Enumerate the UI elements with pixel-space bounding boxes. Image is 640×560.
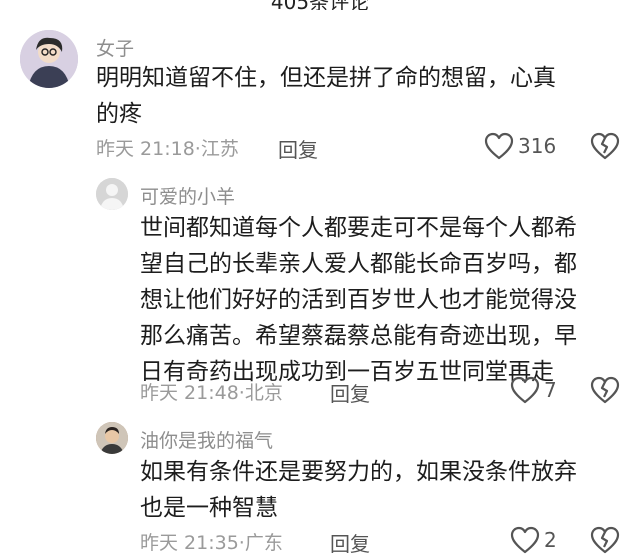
like-button[interactable]: 316	[484, 132, 556, 160]
comment-time: 昨天 21:18	[96, 138, 195, 160]
comment-time: 昨天 21:35	[140, 532, 239, 554]
avatar[interactable]	[96, 178, 128, 210]
comment-line: 明明知道留不住，但还是拼了命的想留，心真	[96, 65, 556, 91]
dislike-button[interactable]	[590, 132, 620, 160]
comment-username[interactable]: 女子	[96, 34, 134, 61]
broken-heart-icon	[590, 526, 620, 554]
comment-line: 的疼	[96, 101, 142, 127]
comment-text: 如果有条件还是要努力的，如果没条件放弃 也是一种智慧	[140, 454, 620, 526]
comment-text: 明明知道留不住，但还是拼了命的想留，心真 的疼	[96, 60, 616, 132]
dislike-button[interactable]	[590, 526, 620, 554]
like-button[interactable]: 2	[510, 526, 557, 554]
heart-outline-icon	[484, 132, 514, 160]
reply-button[interactable]: 回复	[330, 378, 370, 407]
comment-location: 北京	[244, 382, 283, 404]
comment-location: 江苏	[200, 138, 239, 160]
like-count: 2	[544, 528, 557, 552]
broken-heart-icon	[590, 132, 620, 160]
comment-location: 广东	[244, 532, 283, 554]
reply-button[interactable]: 回复	[330, 528, 370, 557]
comment-line: 想让他们好好的活到百岁世人也才能觉得没	[140, 287, 577, 313]
comment-text: 世间都知道每个人都要走可不是每个人都希 望自己的长辈亲人爱人都能长命百岁吗，都 …	[140, 210, 620, 390]
comment-line: 也是一种智慧	[140, 495, 278, 521]
heart-outline-icon	[510, 376, 540, 404]
comment-meta: 昨天 21:35·广东	[140, 528, 283, 555]
comment-username[interactable]: 可爱的小羊	[140, 182, 235, 209]
comment-time: 昨天 21:48	[140, 382, 239, 404]
comment-meta: 昨天 21:18·江苏	[96, 134, 239, 161]
avatar[interactable]	[20, 30, 78, 88]
dislike-button[interactable]	[590, 376, 620, 404]
comment-count-header: 405条评论	[0, 0, 640, 10]
like-count: 316	[518, 134, 557, 158]
like-count: 7	[544, 378, 557, 402]
comment-line: 望自己的长辈亲人爱人都能长命百岁吗，都	[140, 251, 577, 277]
comment-meta: 昨天 21:48·北京	[140, 378, 283, 405]
comment-line: 如果有条件还是要努力的，如果没条件放弃	[140, 459, 577, 485]
avatar[interactable]	[96, 422, 128, 454]
broken-heart-icon	[590, 376, 620, 404]
heart-outline-icon	[510, 526, 540, 554]
like-button[interactable]: 7	[510, 376, 557, 404]
reply-button[interactable]: 回复	[278, 134, 318, 163]
comment-line: 那么痛苦。希望蔡磊蔡总能有奇迹出现，早	[140, 323, 577, 349]
comment-username[interactable]: 油你是我的福气	[140, 426, 273, 453]
comment-line: 世间都知道每个人都要走可不是每个人都希	[140, 215, 577, 241]
